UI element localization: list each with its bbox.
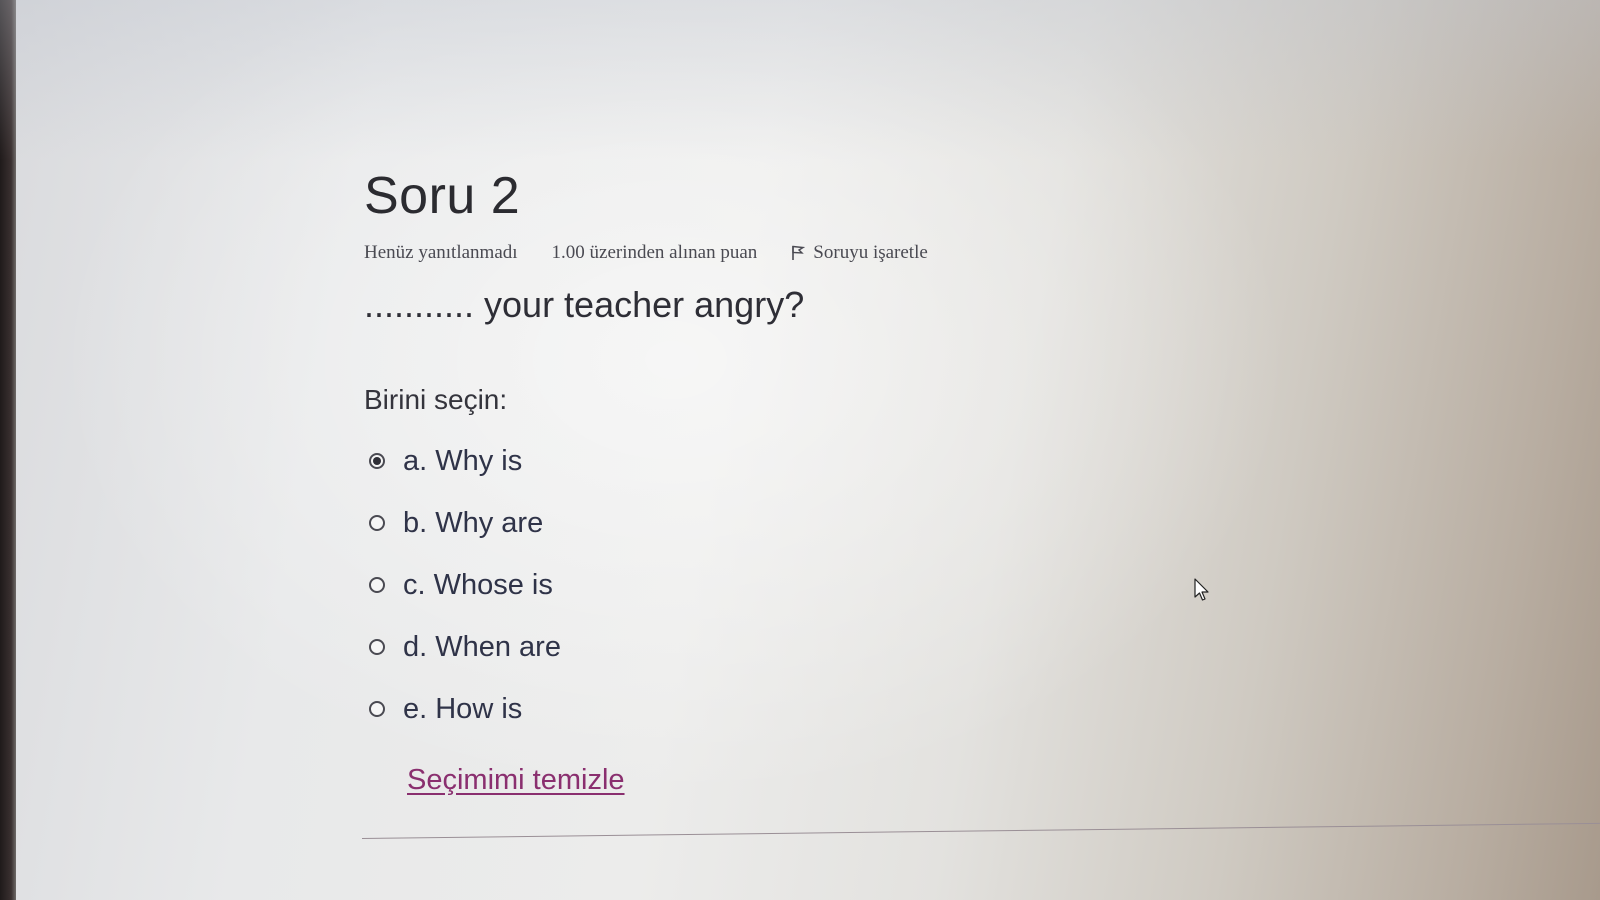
option-e[interactable]: e. How is: [364, 678, 1264, 740]
option-label: b. Why are: [403, 506, 544, 539]
question-info: Henüz yanıtlanmadı 1.00 üzerinden alınan…: [364, 238, 1264, 268]
question-grade: 1.00 üzerinden alınan puan: [551, 242, 758, 263]
mouse-pointer-icon: [1194, 578, 1210, 602]
question-block: Soru 2 Henüz yanıtlanmadı 1.00 üzerinden…: [364, 160, 1264, 797]
flag-question-label: Soruyu işaretle: [813, 242, 928, 263]
flag-question-link[interactable]: Soruyu işaretle: [791, 242, 928, 264]
radio-button-a[interactable]: [369, 453, 385, 469]
glare-overlay: [0, 0, 1600, 160]
clear-selection-link[interactable]: Seçimimi temizle: [407, 764, 625, 797]
option-label: a. Why is: [403, 444, 523, 477]
question-title: Soru 2: [364, 167, 521, 225]
option-b[interactable]: b. Why are: [364, 492, 1264, 554]
option-label: d. When are: [403, 630, 561, 663]
answer-options: a. Why is b. Why are c. Whose is d. When…: [364, 430, 1264, 740]
radio-button-e[interactable]: [369, 701, 385, 717]
radio-button-d[interactable]: [369, 639, 385, 655]
answer-status: Henüz yanıtlanmadı: [364, 242, 518, 263]
option-d[interactable]: d. When are: [364, 616, 1264, 678]
section-divider: [361, 822, 1600, 839]
option-a[interactable]: a. Why is: [364, 430, 1264, 492]
radio-button-b[interactable]: [369, 515, 385, 531]
option-c[interactable]: c. Whose is: [364, 554, 1264, 616]
option-label: c. Whose is: [403, 568, 553, 601]
question-text: ........... your teacher angry?: [364, 284, 805, 325]
choice-prompt: Birini seçin:: [364, 384, 508, 415]
flag-icon: [791, 245, 806, 261]
radio-button-c[interactable]: [369, 577, 385, 593]
option-label: e. How is: [403, 692, 523, 725]
